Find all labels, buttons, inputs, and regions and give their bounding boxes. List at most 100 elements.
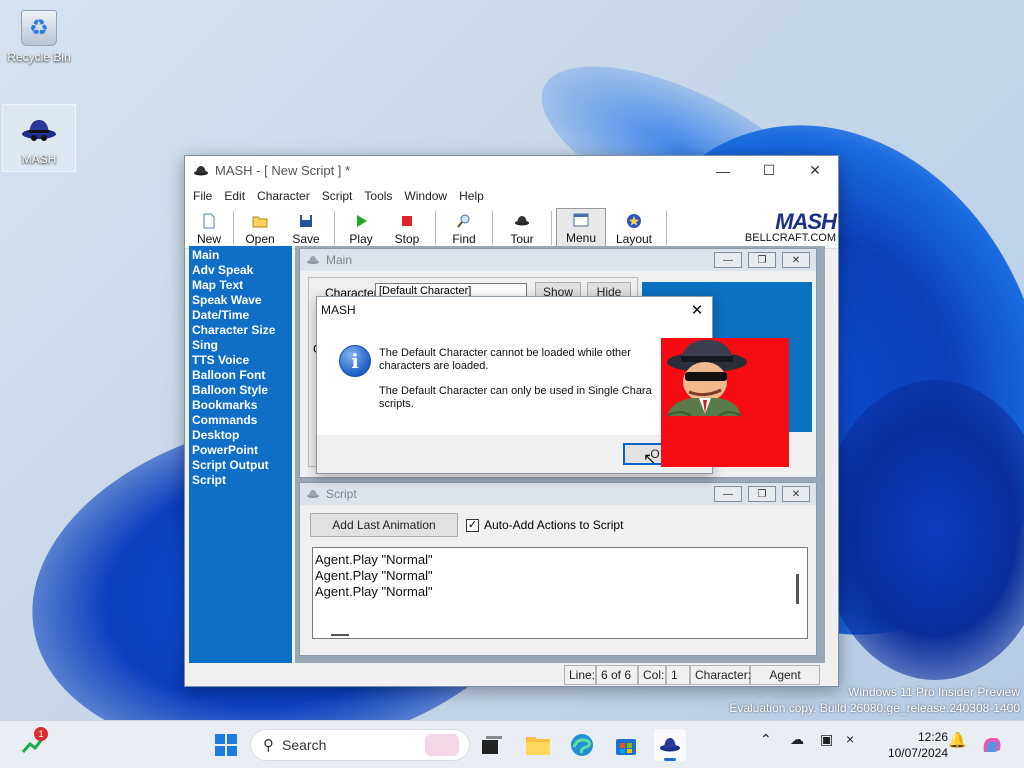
save-button-label: Save — [292, 232, 320, 246]
menu-button[interactable]: Menu — [556, 208, 606, 248]
new-button[interactable]: New — [189, 208, 229, 248]
new-button-label: New — [196, 232, 221, 246]
child-minimize-button[interactable]: — — [714, 486, 742, 502]
menu-edit[interactable]: Edit — [218, 189, 251, 203]
layout-button-label: Layout — [615, 232, 653, 246]
sidebar-item-bookmarks[interactable]: Bookmarks — [192, 398, 289, 413]
window-titlebar[interactable]: MASH - [ New Script ] * — ☐ ✕ — [185, 156, 838, 185]
sidebar-item-adv-speak[interactable]: Adv Speak — [192, 263, 289, 278]
system-clock[interactable]: 12:26 10/07/2024 — [872, 729, 948, 761]
open-button[interactable]: Open — [238, 208, 282, 248]
dialog-close-button[interactable]: ✕ — [682, 301, 712, 319]
notification-badge: 1 — [34, 727, 48, 741]
add-last-animation-button[interactable]: Add Last Animation — [310, 513, 458, 537]
status-bar: Line: 6 of 6 Col: 1 Character: Agent — [185, 664, 838, 686]
layout-button[interactable]: Layout — [606, 208, 662, 248]
taskbar: 1 ⚲ Search ⌃ ☁ ▣ × 12:26 10/07/2024 🔔 — [0, 720, 1024, 768]
sidebar-item-tts-voice[interactable]: TTS Voice — [192, 353, 289, 368]
open-button-label: Open — [245, 232, 275, 246]
sidebar-item-map-text[interactable]: Map Text — [192, 278, 289, 293]
close-button[interactable]: ✕ — [792, 156, 838, 185]
minimize-button[interactable]: — — [700, 156, 746, 185]
mash-taskbar-icon[interactable] — [654, 729, 686, 761]
child-minimize-button[interactable]: — — [714, 252, 742, 268]
taskbar-search-box[interactable]: ⚲ Search — [250, 729, 470, 761]
cloud-sync-icon[interactable]: ☁ — [790, 731, 804, 748]
notification-bell-icon[interactable]: 🔔 — [948, 731, 967, 749]
sidebar: Main Adv Speak Map Text Speak Wave Date/… — [189, 246, 292, 663]
brand-url: BELLCRAFT.COM — [744, 232, 836, 244]
edge-browser-icon[interactable] — [566, 729, 598, 761]
menu-script[interactable]: Script — [316, 189, 359, 203]
sidebar-item-balloon-font[interactable]: Balloon Font — [192, 368, 289, 383]
sidebar-item-speak-wave[interactable]: Speak Wave — [192, 293, 289, 308]
volume-muted-icon[interactable]: × — [846, 731, 854, 747]
horizontal-scrollbar[interactable] — [331, 634, 349, 636]
sidebar-item-powerpoint[interactable]: PowerPoint — [192, 443, 289, 458]
main-child-titlebar[interactable]: Main — ❐ ✕ — [300, 249, 816, 271]
toolbar: New Open Save Play Stop Find Tour Menu L… — [185, 207, 838, 249]
stop-button[interactable]: Stop — [383, 208, 431, 248]
task-view-icon[interactable] — [476, 729, 508, 761]
save-button[interactable]: Save — [282, 208, 330, 248]
status-character-value: Agent — [750, 665, 820, 685]
copilot-icon[interactable] — [976, 729, 1008, 761]
play-button-label: Play — [349, 232, 373, 246]
watermark-line: Evaluation copy. Build 26080.ge_release.… — [729, 701, 1020, 715]
mash-brand-logo[interactable]: MASH BELLCRAFT.COM — [744, 209, 837, 244]
child-restore-button[interactable]: ❐ — [748, 252, 776, 268]
sidebar-item-script[interactable]: Script — [192, 473, 289, 488]
search-icon: ⚲ — [263, 737, 274, 754]
desktop-icon-recycle-bin[interactable]: Recycle Bin — [3, 10, 75, 64]
maximize-button[interactable]: ☐ — [746, 156, 792, 185]
child-close-button[interactable]: ✕ — [782, 486, 810, 502]
network-icon[interactable]: ▣ — [820, 731, 833, 748]
stocks-widget-icon[interactable]: 1 — [18, 727, 50, 761]
store-icon[interactable] — [610, 729, 642, 761]
recycle-bin-icon — [21, 10, 57, 46]
menu-tools[interactable]: Tools — [358, 189, 398, 203]
info-icon: i — [339, 345, 371, 377]
desktop-icon-label: Recycle Bin — [7, 50, 71, 64]
menu-bar: File Edit Character Script Tools Window … — [185, 185, 838, 207]
find-button[interactable]: Find — [440, 208, 488, 248]
agent-character[interactable] — [661, 338, 789, 467]
sidebar-item-main[interactable]: Main — [192, 248, 289, 263]
menu-window[interactable]: Window — [398, 189, 453, 203]
main-child-title: Main — [326, 253, 353, 267]
auto-add-checkbox[interactable]: ✓ — [466, 519, 479, 532]
menu-help[interactable]: Help — [453, 189, 490, 203]
sidebar-item-commands[interactable]: Commands — [192, 413, 289, 428]
find-magnifier-icon — [456, 213, 472, 229]
new-document-icon — [201, 213, 217, 229]
sidebar-item-sing[interactable]: Sing — [192, 338, 289, 353]
menu-button-label: Menu — [565, 231, 597, 245]
menu-window-icon — [573, 212, 589, 228]
desktop-icon-mash[interactable]: MASH — [3, 112, 75, 166]
desktop-icon-label: MASH — [21, 152, 57, 166]
dialog-message: The Default Character cannot be loaded w… — [379, 347, 679, 411]
script-editor[interactable]: Agent.Play "Normal" Agent.Play "Normal" … — [312, 547, 808, 639]
mouse-cursor-icon: ↖ — [643, 451, 657, 468]
start-windows-icon[interactable] — [210, 729, 242, 761]
sidebar-item-balloon-style[interactable]: Balloon Style — [192, 383, 289, 398]
tour-button[interactable]: Tour — [497, 208, 547, 248]
sidebar-item-character-size[interactable]: Character Size — [192, 323, 289, 338]
child-restore-button[interactable]: ❐ — [748, 486, 776, 502]
sidebar-item-date-time[interactable]: Date/Time — [192, 308, 289, 323]
script-line: Agent.Play "Normal" — [315, 552, 433, 567]
sidebar-item-desktop[interactable]: Desktop — [192, 428, 289, 443]
dialog-titlebar[interactable]: MASH ✕ — [317, 297, 712, 323]
status-character-label: Character: — [690, 665, 751, 685]
status-col-label: Col: — [638, 665, 666, 685]
script-child-titlebar[interactable]: Script — ❐ ✕ — [300, 483, 816, 505]
menu-file[interactable]: File — [187, 189, 218, 203]
sidebar-item-script-output[interactable]: Script Output — [192, 458, 289, 473]
menu-character[interactable]: Character — [251, 189, 316, 203]
vertical-scrollbar[interactable] — [796, 574, 799, 604]
chevron-up-icon[interactable]: ⌃ — [760, 731, 772, 748]
tour-button-label: Tour — [510, 232, 534, 246]
child-close-button[interactable]: ✕ — [782, 252, 810, 268]
file-explorer-icon[interactable] — [522, 729, 554, 761]
play-button[interactable]: Play — [339, 208, 383, 248]
